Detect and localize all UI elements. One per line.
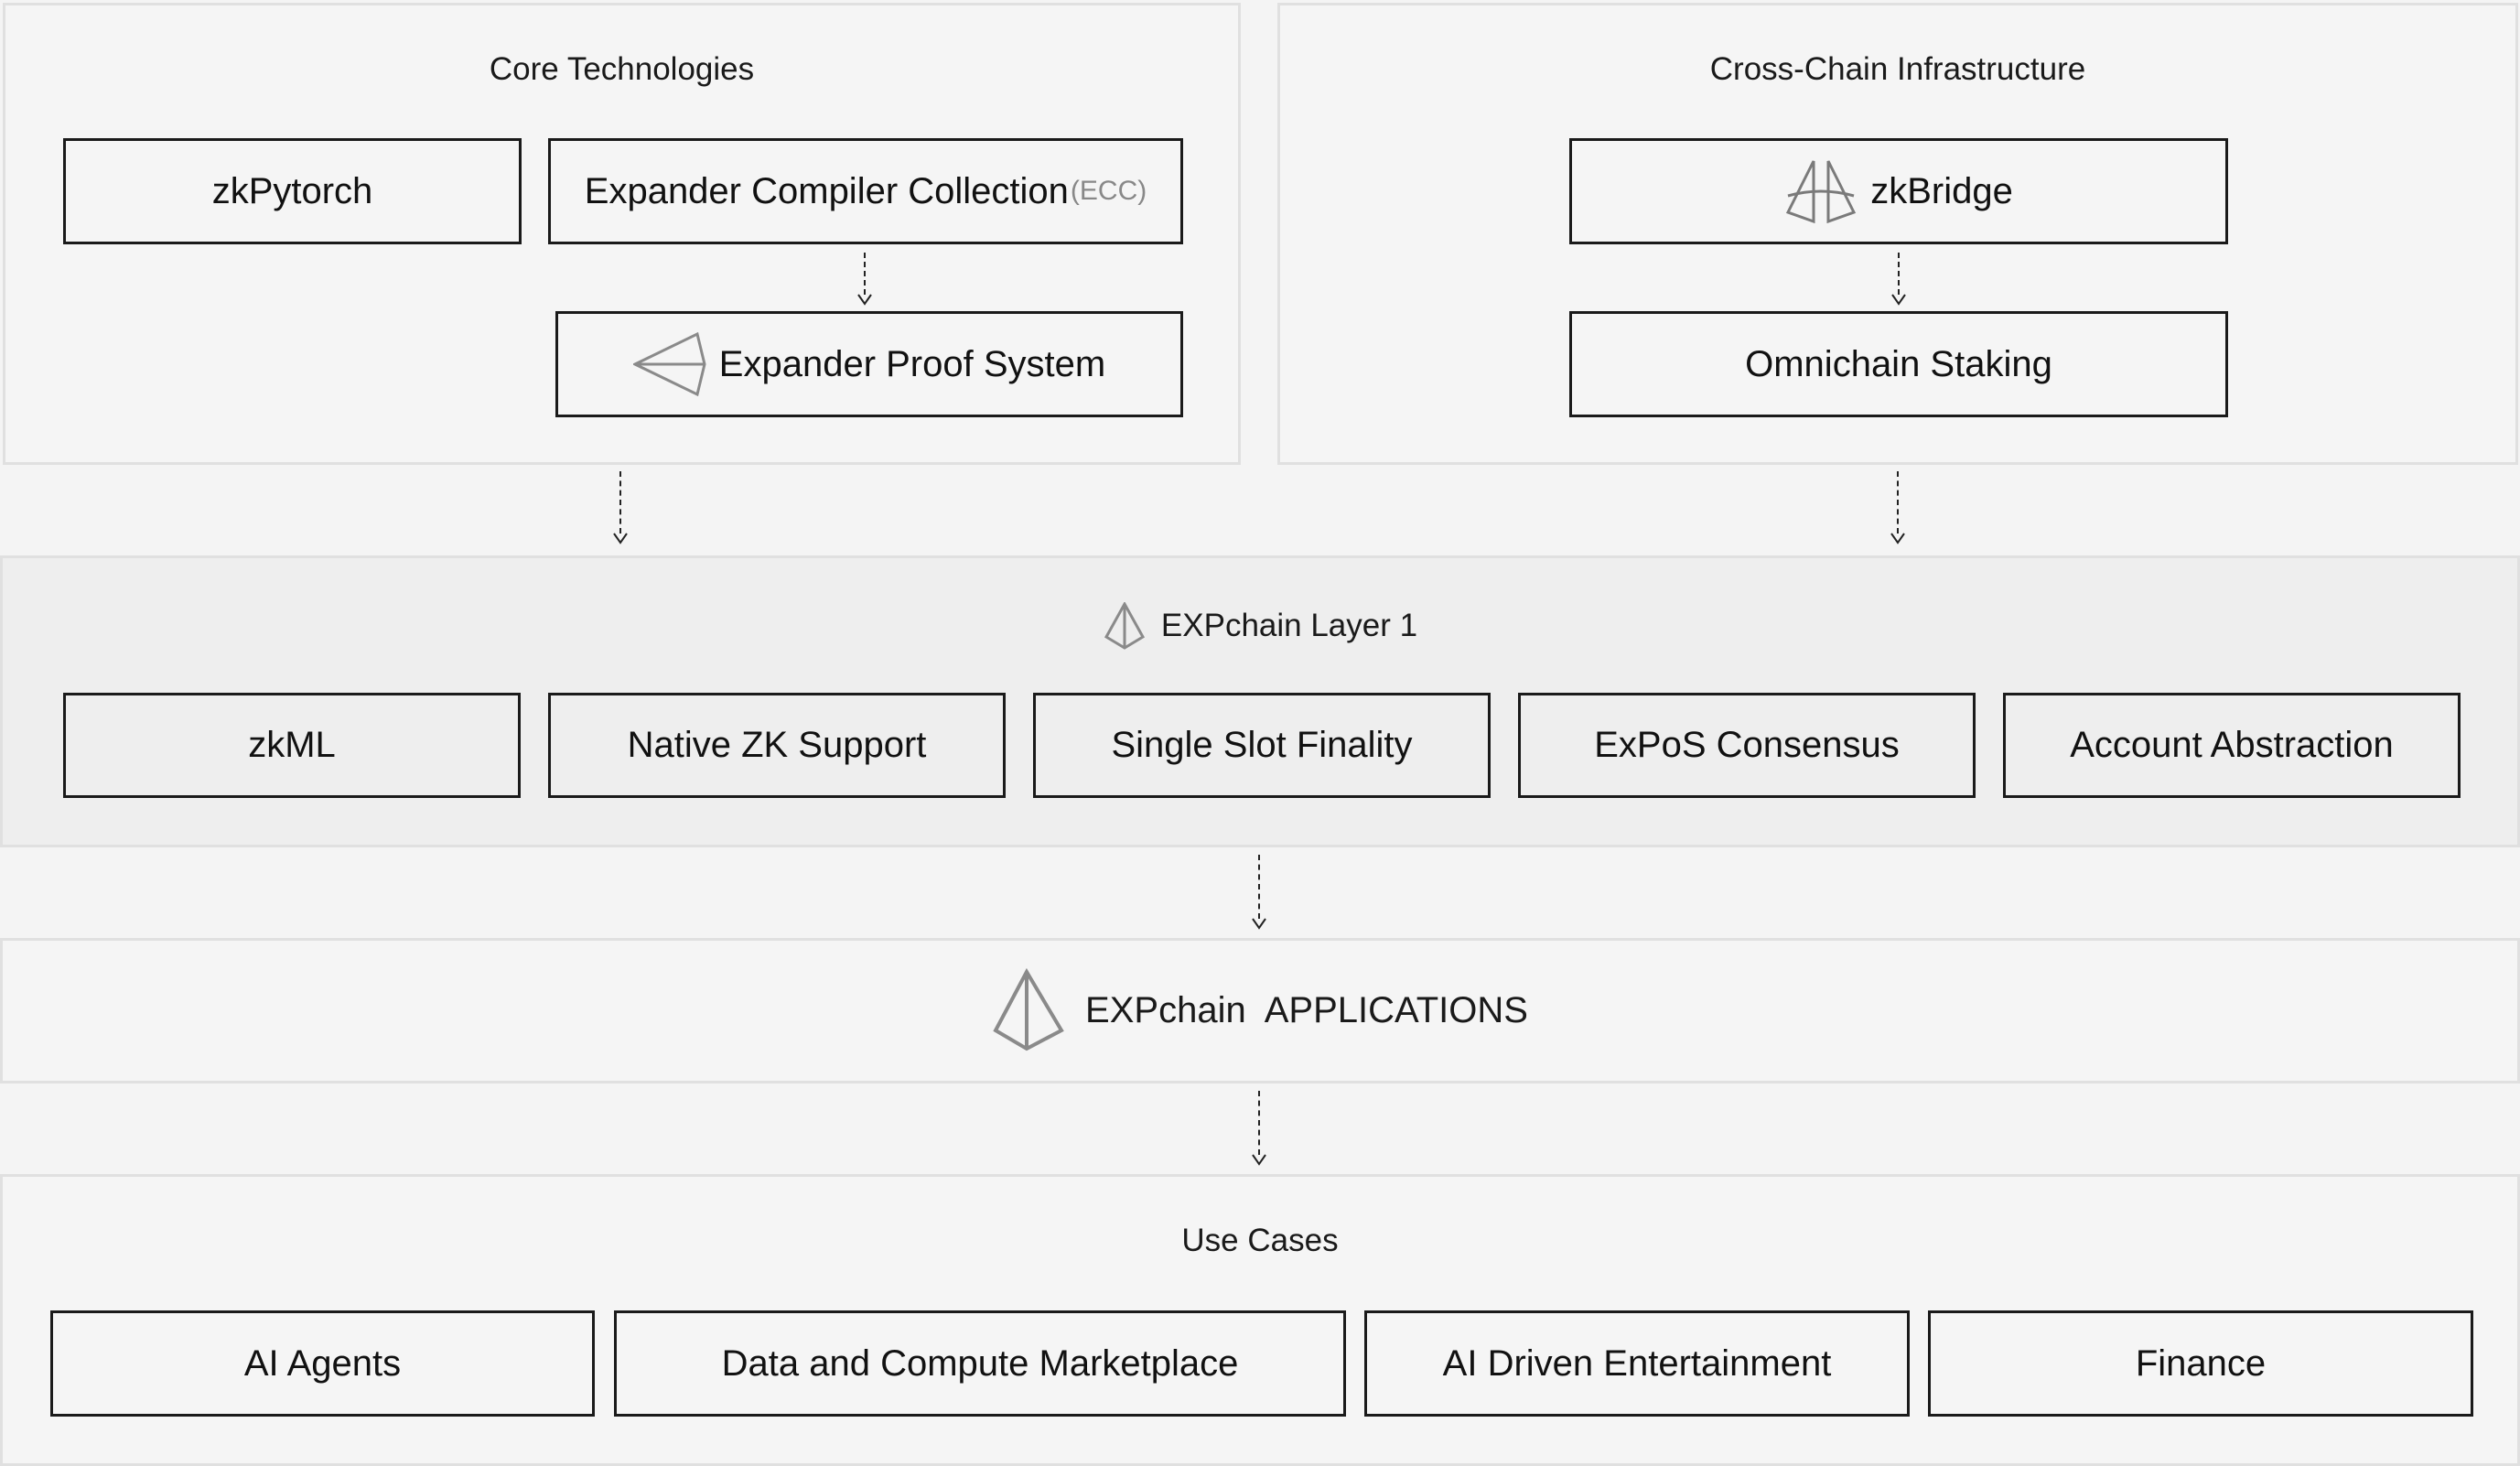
arrow-core-to-layer1 [611, 471, 630, 544]
feature-label: Account Abstraction [2070, 725, 2394, 765]
layer1-title: EXPchain Layer 1 [1160, 608, 1418, 643]
core-technologies-title: Core Technologies [489, 51, 755, 87]
zkbridge-box: zkBridge [1569, 138, 2228, 244]
expchain-layer1-panel: EXPchain Layer 1 zkML Native ZK Support … [0, 555, 2520, 847]
feature-label: Native ZK Support [627, 725, 927, 765]
zkbridge-label: zkBridge [1870, 170, 2013, 211]
feature-single-slot-finality: Single Slot Finality [1033, 693, 1491, 798]
zkbridge-logo-icon [1784, 159, 1858, 223]
arrow-crosschain-to-layer1 [1889, 471, 1907, 544]
usecase-ai-driven-entertainment: AI Driven Entertainment [1364, 1310, 1910, 1417]
expchain-logo-icon [1103, 602, 1147, 650]
arrow-zkbridge-to-staking [1890, 253, 1908, 306]
use-cases-title: Use Cases [1181, 1223, 1339, 1258]
applications-title-row: EXPchain APPLICATIONS [3, 968, 2517, 1052]
usecase-ai-agents: AI Agents [50, 1310, 595, 1417]
usecase-label: AI Agents [243, 1342, 402, 1384]
expander-logo-icon [632, 331, 706, 397]
zkpytorch-box: zkPytorch [63, 138, 522, 244]
ecc-box: Expander Compiler Collection (ECC) [548, 138, 1183, 244]
applications-title: EXPchain APPLICATIONS [1085, 989, 1528, 1030]
expander-proof-system-label: Expander Proof System [718, 343, 1106, 384]
usecase-finance: Finance [1928, 1310, 2473, 1417]
feature-label: zkML [248, 725, 336, 765]
expchain-logo-icon [992, 968, 1065, 1052]
zkpytorch-label: zkPytorch [211, 170, 373, 211]
arrow-ecc-to-proof [856, 253, 874, 306]
use-cases-panel: Use Cases AI Agents Data and Compute Mar… [0, 1174, 2520, 1466]
layer1-title-row: EXPchain Layer 1 [3, 602, 2517, 650]
cross-chain-panel: Cross-Chain Infrastructure zkBridge Omni… [1277, 3, 2518, 465]
usecase-data-compute-marketplace: Data and Compute Marketplace [614, 1310, 1346, 1417]
usecase-label: Finance [2135, 1342, 2267, 1384]
feature-zkml: zkML [63, 693, 521, 798]
feature-label: Single Slot Finality [1111, 725, 1413, 765]
expander-proof-system-box: Expander Proof System [555, 311, 1183, 417]
usecase-label: AI Driven Entertainment [1442, 1342, 1832, 1384]
expchain-applications-panel: EXPchain APPLICATIONS [0, 938, 2520, 1083]
feature-account-abstraction: Account Abstraction [2003, 693, 2461, 798]
feature-native-zk-support: Native ZK Support [548, 693, 1006, 798]
omnichain-staking-label: Omnichain Staking [1745, 343, 2052, 384]
ecc-label: Expander Compiler Collection [584, 170, 1069, 211]
arrow-layer1-to-apps [1250, 855, 1268, 930]
usecase-label: Data and Compute Marketplace [721, 1342, 1239, 1384]
feature-label: ExPoS Consensus [1594, 725, 1900, 765]
feature-expos-consensus: ExPoS Consensus [1518, 693, 1976, 798]
omnichain-staking-box: Omnichain Staking [1569, 311, 2228, 417]
ecc-suffix: (ECC) [1070, 176, 1147, 206]
core-technologies-panel: Core Technologies zkPytorch Expander Com… [3, 3, 1241, 465]
arrow-apps-to-usecases [1250, 1091, 1268, 1166]
cross-chain-title: Cross-Chain Infrastructure [1709, 51, 2086, 87]
